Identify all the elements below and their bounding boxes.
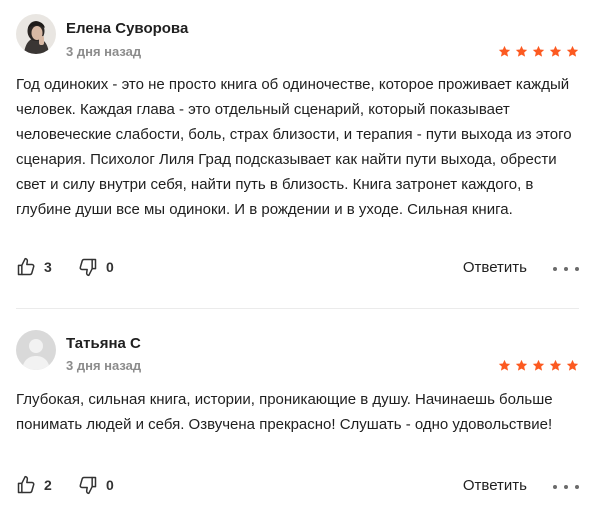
thumbs-up-icon — [17, 475, 35, 494]
author-avatar[interactable] — [16, 330, 56, 370]
review-actions: 2 0 Ответить — [16, 475, 579, 499]
star-icon — [498, 359, 511, 371]
dislike-count: 0 — [106, 259, 114, 275]
review-divider — [16, 308, 579, 309]
rating-stars — [498, 359, 579, 372]
like-button[interactable]: 2 — [16, 475, 52, 495]
author-avatar[interactable] — [16, 14, 56, 54]
like-button[interactable]: 3 — [16, 257, 52, 277]
author-name: Елена Суворова — [66, 20, 189, 37]
star-icon — [566, 359, 579, 371]
review-date: 3 дня назад — [66, 358, 142, 373]
thumbs-down-icon — [79, 476, 97, 495]
dislike-count: 0 — [106, 477, 114, 493]
thumbs-up-icon — [17, 257, 35, 276]
rating-stars — [498, 45, 579, 58]
star-icon — [515, 45, 528, 57]
star-icon — [532, 45, 545, 57]
like-count: 2 — [44, 477, 52, 493]
dislike-button[interactable]: 0 — [78, 257, 114, 277]
thumbs-down-icon — [79, 258, 97, 277]
reply-button[interactable]: Ответить — [463, 477, 527, 494]
star-icon — [515, 359, 528, 371]
dislike-button[interactable]: 0 — [78, 475, 114, 495]
reply-button[interactable]: Ответить — [463, 259, 527, 276]
default-user-avatar-icon — [16, 330, 56, 370]
star-icon — [566, 45, 579, 57]
author-name: Татьяна С — [66, 335, 141, 352]
more-options-icon[interactable] — [553, 257, 579, 281]
like-count: 3 — [44, 259, 52, 275]
star-icon — [549, 359, 562, 371]
more-options-icon[interactable] — [553, 475, 579, 499]
review-date: 3 дня назад — [66, 44, 142, 59]
star-icon — [498, 45, 511, 57]
photo-avatar-icon — [16, 14, 56, 54]
star-icon — [532, 359, 545, 371]
review-text: Глубокая, сильная книга, истории, проник… — [16, 391, 553, 433]
review-actions: 3 0 Ответить — [16, 257, 579, 281]
review-text: Год одиноких - это не просто книга об од… — [16, 76, 572, 218]
star-icon — [549, 45, 562, 57]
